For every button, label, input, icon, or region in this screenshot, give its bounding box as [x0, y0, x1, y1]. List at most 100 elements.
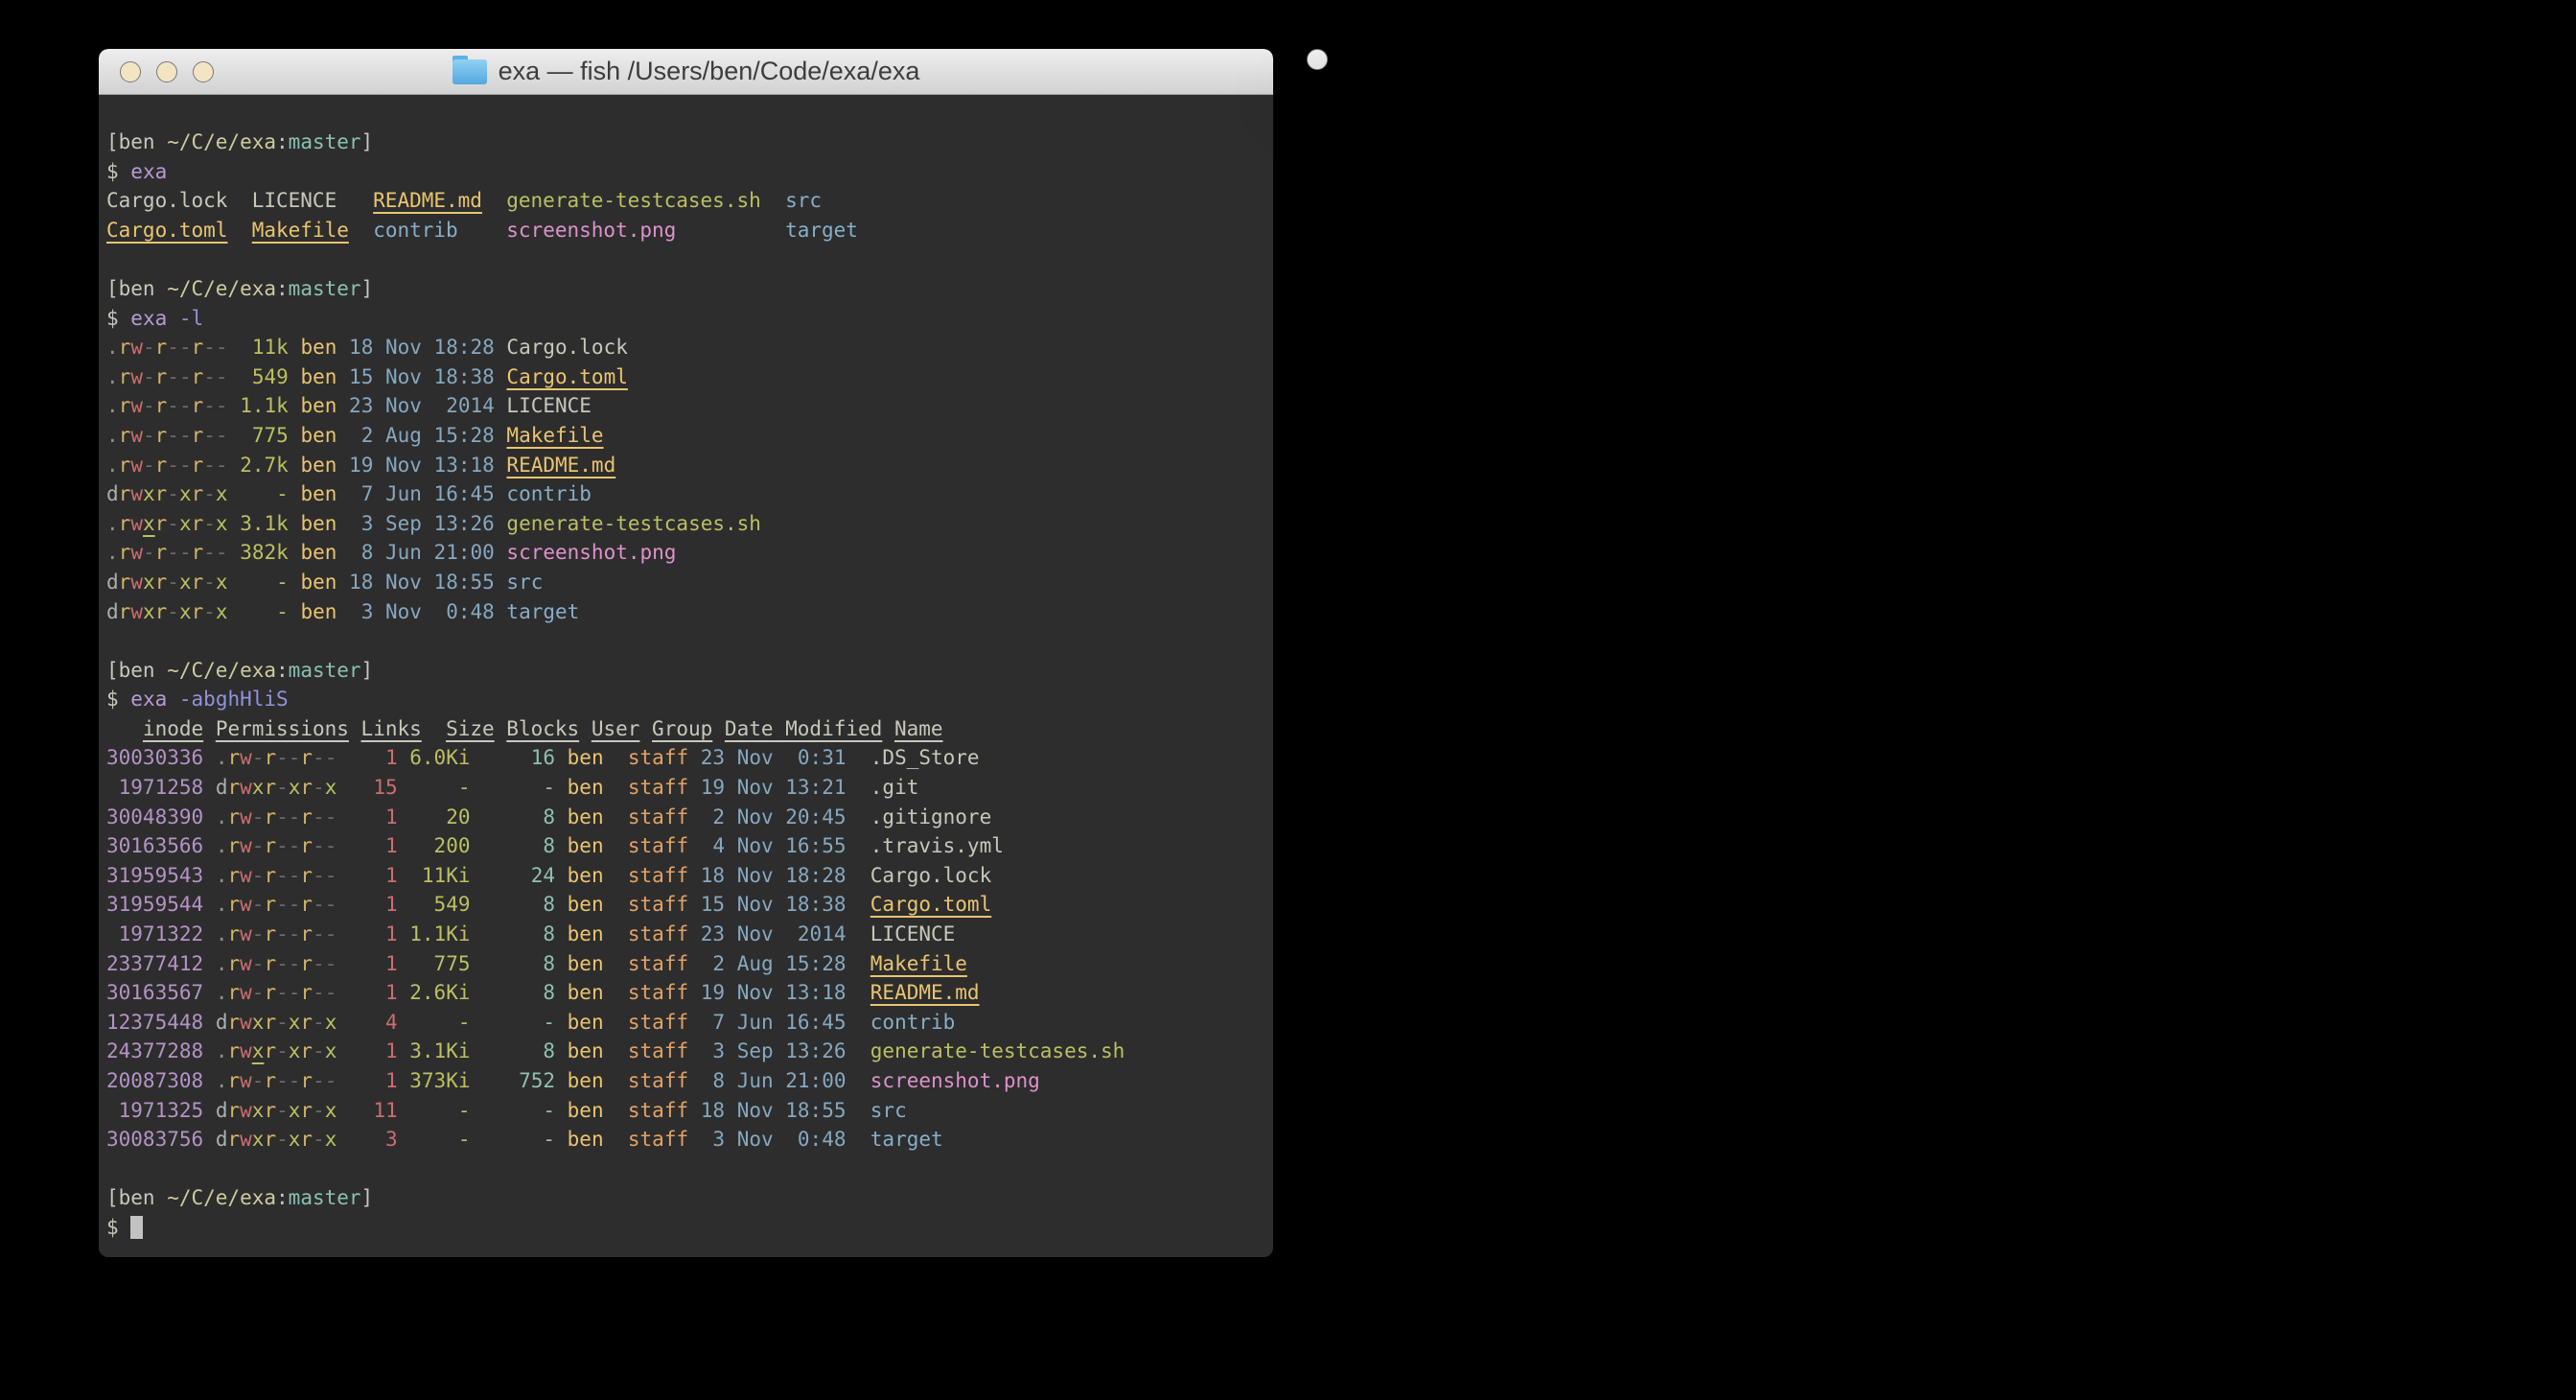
text-segment: target [870, 1128, 943, 1151]
permission-char: r [119, 541, 131, 564]
text-segment: src [506, 571, 543, 594]
text-segment: ben [300, 600, 337, 623]
permission-char: - [313, 922, 325, 945]
permission-char: - [313, 1039, 325, 1062]
text-segment [846, 1039, 870, 1062]
terminal-line: .rw-r--r-- 11k ben 18 Nov 18:28 Cargo.lo… [106, 333, 1265, 362]
permission-char: - [216, 365, 228, 388]
text-segment: master [289, 659, 361, 682]
text-segment: 1 [349, 893, 398, 916]
permission-char: r [300, 864, 313, 887]
permission-char: w [130, 600, 143, 623]
text-segment: Cargo.lock [506, 336, 627, 359]
text-segment: 11 [349, 1099, 398, 1122]
text-segment [470, 1099, 482, 1122]
text-segment: ben [300, 424, 337, 447]
zoom-button[interactable] [193, 61, 214, 82]
permission-char: - [276, 834, 289, 857]
terminal-content[interactable]: [ben ~/C/e/exa:master]$ exaCargo.lock LI… [99, 95, 1273, 1257]
permission-char: - [167, 454, 179, 477]
terminal-line: .rw-r--r-- 382k ben 8 Jun 21:00 screensh… [106, 538, 1265, 568]
permission-char: r [119, 424, 131, 447]
permission-char: x [325, 776, 337, 799]
titlebar[interactable]: exa — fish /Users/ben/Code/exa/exa [1308, 50, 1327, 70]
permission-char: - [289, 981, 301, 1004]
permission-char: w [130, 571, 143, 594]
text-segment [470, 1011, 482, 1034]
text-segment: 4 [349, 1011, 398, 1034]
text-segment [337, 1069, 349, 1092]
permission-char: r [264, 1099, 276, 1122]
text-segment [615, 834, 628, 857]
text-segment [203, 746, 216, 769]
permission-char: r [119, 512, 131, 535]
text-segment: 3 Sep 13:26 [349, 512, 495, 535]
permission-char: - [276, 893, 289, 916]
text-segment: [ben [106, 277, 167, 300]
terminal-line: .rwxr-xr-x 3.1k ben 3 Sep 13:26 generate… [106, 509, 1265, 539]
permission-char: r [192, 512, 204, 535]
terminal-line: 31959544 .rw-r--r-- 1 549 8 ben staff 15… [106, 890, 1265, 920]
text-segment: LICENCE [506, 394, 592, 417]
text-segment: Makefile [506, 424, 603, 447]
text-segment [555, 776, 568, 799]
permission-char: x [216, 482, 228, 505]
text-segment [398, 1099, 410, 1122]
permission-char: d [216, 1011, 228, 1034]
text-segment [495, 512, 507, 535]
minimize-button[interactable] [156, 61, 177, 82]
permission-char: r [227, 893, 240, 916]
text-segment: src [785, 189, 822, 212]
text-segment [555, 922, 568, 945]
text-segment [228, 482, 241, 505]
text-segment: 8 [482, 952, 555, 975]
text-segment: .DS_Store [870, 746, 980, 769]
text-segment: - [482, 776, 555, 799]
permission-char: - [313, 746, 325, 769]
permission-char: - [276, 952, 289, 975]
text-segment: ~/C/e/exa [167, 659, 276, 682]
text-segment [615, 893, 628, 916]
text-segment: staff [628, 1069, 688, 1092]
text-segment: staff [628, 1099, 688, 1122]
text-segment: exa [130, 307, 167, 330]
window-title-text: exa — fish /Users/ben/Code/exa/exa [1307, 49, 1328, 70]
text-segment: : [276, 277, 289, 300]
permission-char: r [155, 336, 168, 359]
permission-char: r [227, 864, 240, 887]
text-segment: 1 [349, 746, 398, 769]
permission-char: w [130, 512, 143, 535]
text-segment: 200 [409, 834, 470, 857]
text-segment: - [409, 1011, 470, 1034]
titlebar[interactable]: exa — fish /Users/ben/Code/exa/exa [99, 49, 1273, 95]
text-segment [349, 717, 361, 740]
terminal-line: drwxr-xr-x - ben 3 Nov 0:48 target [106, 597, 1265, 627]
text-segment: 15 [349, 776, 398, 799]
permission-char: r [227, 1069, 240, 1092]
permission-char: - [276, 1099, 289, 1122]
text-segment: 1 [349, 864, 398, 887]
terminal-line [106, 245, 1265, 274]
text-segment [470, 805, 482, 828]
permission-char: - [289, 864, 301, 887]
text-segment: ben [300, 541, 337, 564]
text-segment: : [276, 1186, 289, 1209]
text-segment: 19 Nov 13:21 [701, 776, 847, 799]
text-segment: ben [300, 394, 337, 417]
text-segment [846, 893, 870, 916]
text-segment: 18 Nov 18:28 [701, 864, 847, 887]
permission-char: r [192, 365, 204, 388]
text-segment: ben [300, 336, 337, 359]
text-segment [615, 746, 628, 769]
text-segment [337, 365, 349, 388]
close-button[interactable] [120, 61, 141, 82]
text-segment: exa [130, 160, 167, 183]
text-segment: generate-testcases.sh [506, 512, 761, 535]
terminal-line: 30163567 .rw-r--r-- 1 2.6Ki 8 ben staff … [106, 978, 1265, 1008]
permission-char: w [130, 336, 143, 359]
text-segment [688, 1069, 701, 1092]
permission-char: - [143, 424, 155, 447]
text-segment [555, 805, 568, 828]
text-segment [337, 336, 349, 359]
text-segment: staff [628, 805, 688, 828]
